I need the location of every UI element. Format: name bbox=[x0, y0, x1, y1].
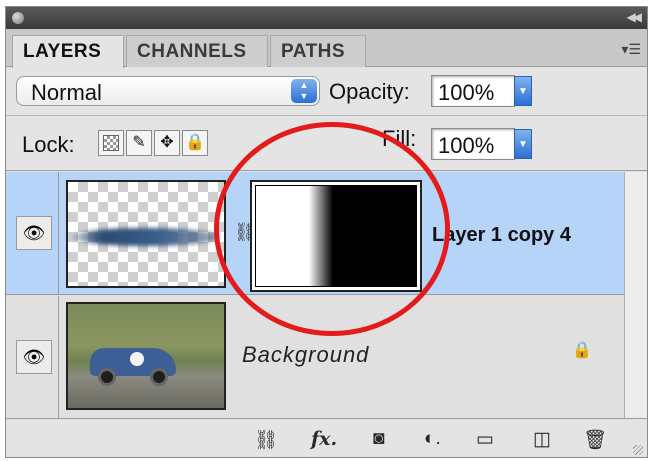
tab-channels[interactable]: CHANNELS bbox=[126, 35, 268, 67]
panel-menu-icon[interactable]: ▾☰ bbox=[621, 41, 641, 58]
stepper-arrows-icon: ▲ ▼ bbox=[291, 79, 317, 103]
annotation-circle bbox=[214, 122, 450, 336]
fill-dropdown-icon[interactable]: ▼ bbox=[514, 129, 532, 159]
blend-mode-value: Normal bbox=[31, 80, 102, 105]
close-icon[interactable] bbox=[12, 12, 24, 24]
layer-style-fx-icon[interactable]: fx. bbox=[311, 428, 337, 450]
opacity-dropdown-icon[interactable]: ▼ bbox=[514, 76, 532, 106]
tab-paths[interactable]: PATHS bbox=[270, 35, 366, 67]
panel-titlebar[interactable]: ◀◀ bbox=[6, 7, 647, 29]
blend-mode-select[interactable]: Normal ▲ ▼ bbox=[16, 76, 320, 106]
link-layers-icon[interactable]: ⛓ bbox=[254, 428, 278, 452]
blurred-content bbox=[72, 228, 220, 246]
scrollbar[interactable] bbox=[624, 172, 647, 418]
opacity-label: Opacity: bbox=[329, 79, 410, 104]
adjustment-layer-icon[interactable]: ◐. bbox=[424, 428, 441, 450]
lock-all-icon[interactable]: 🔒 bbox=[182, 130, 208, 156]
opacity-value: 100% bbox=[438, 80, 495, 105]
lock-label: Lock: bbox=[22, 132, 75, 157]
delete-layer-icon[interactable]: 🗑 bbox=[583, 428, 607, 452]
lock-position-icon[interactable]: ✥ bbox=[154, 130, 180, 156]
layer-lock-icon: 🔒 bbox=[572, 342, 592, 359]
opacity-field[interactable]: 100% ▼ bbox=[431, 75, 532, 107]
car-wheel bbox=[98, 368, 116, 386]
layer-name[interactable]: Background bbox=[242, 342, 369, 368]
background-thumbnail[interactable] bbox=[66, 302, 226, 410]
visibility-eye-icon[interactable]: 👁 bbox=[16, 340, 52, 374]
layer-thumbnail[interactable] bbox=[66, 180, 226, 288]
fill-field[interactable]: 100% ▼ bbox=[431, 128, 532, 160]
add-mask-icon[interactable]: ◙ bbox=[373, 428, 384, 450]
panel-tabs: LAYERS CHANNELS PATHS ▾☰ bbox=[6, 29, 647, 68]
new-group-icon[interactable]: ▭ bbox=[476, 428, 494, 451]
new-layer-icon[interactable]: ◫ bbox=[533, 428, 551, 451]
column-divider bbox=[58, 296, 59, 418]
tab-layers[interactable]: LAYERS bbox=[12, 35, 124, 68]
column-divider bbox=[58, 172, 59, 294]
visibility-eye-icon[interactable]: 👁 bbox=[16, 216, 52, 250]
panel-footer: ⛓ fx. ◙ ◐. ▭ ◫ 🗑 bbox=[6, 418, 647, 457]
resize-grip[interactable] bbox=[633, 445, 643, 455]
car-wheel bbox=[150, 368, 168, 386]
fill-value: 100% bbox=[438, 133, 495, 158]
layer-name[interactable]: Layer 1 copy 4 bbox=[432, 224, 571, 247]
collapse-icon[interactable]: ◀◀ bbox=[627, 10, 643, 24]
car-number-roundel bbox=[130, 352, 144, 366]
blend-row: Normal ▲ ▼ Opacity: 100% ▼ bbox=[6, 69, 647, 113]
lock-image-pixels-icon[interactable]: ✎ bbox=[126, 130, 152, 156]
lock-transparent-pixels-icon[interactable] bbox=[98, 130, 124, 156]
